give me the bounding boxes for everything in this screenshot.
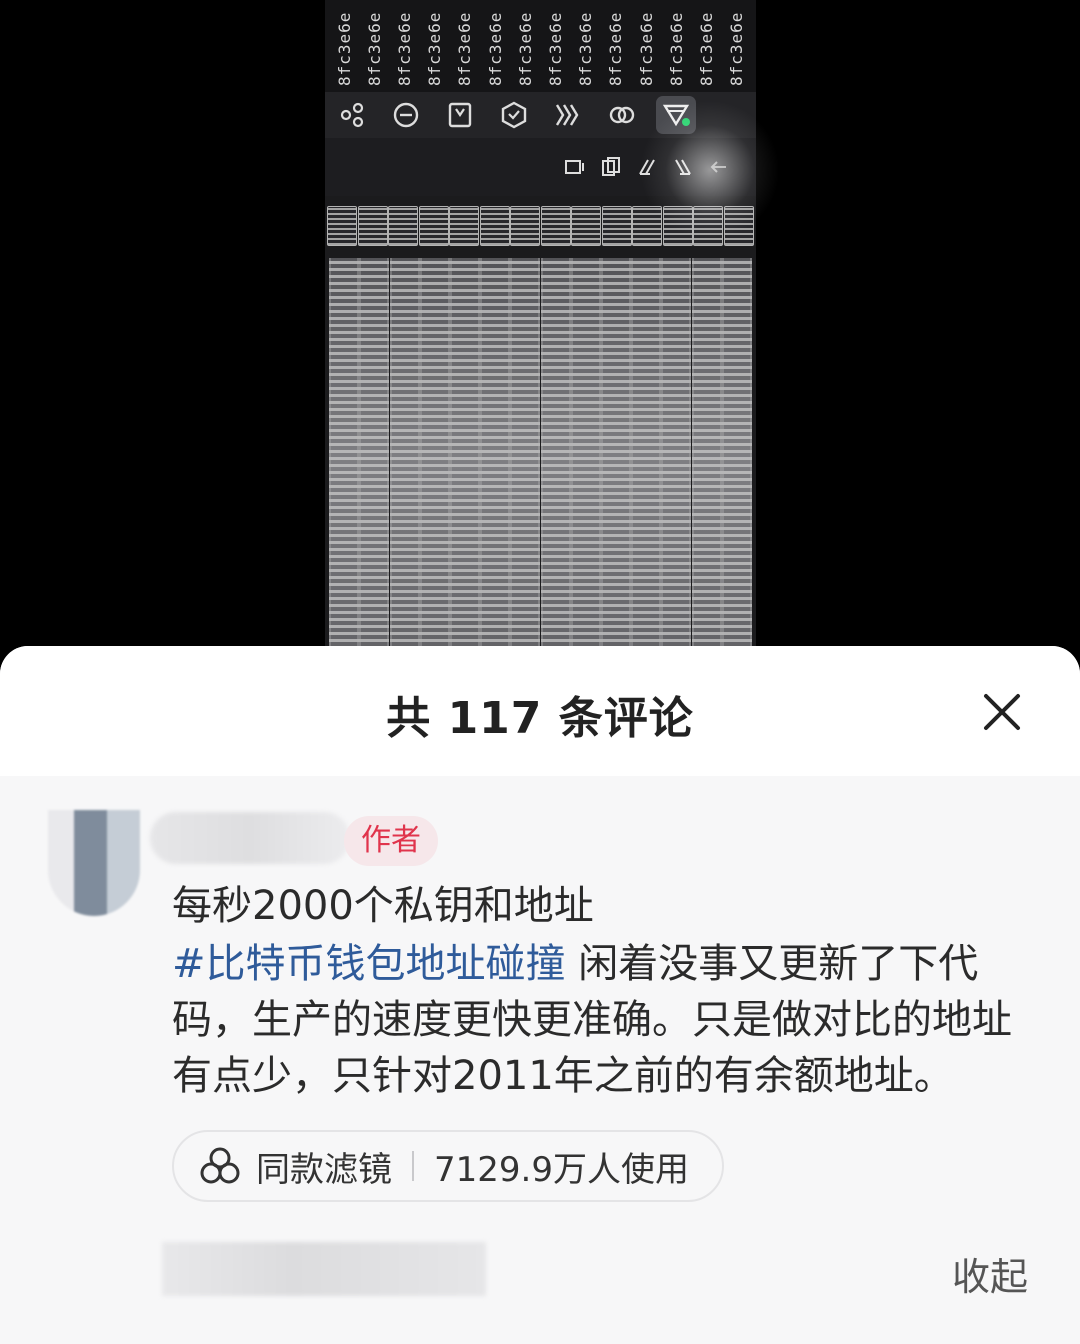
- hex-column: 8fc3e6e: [334, 11, 354, 86]
- header-cell: [601, 206, 632, 246]
- binary-column: [419, 258, 450, 660]
- binary-column: [721, 258, 752, 660]
- binary-column: [449, 258, 480, 660]
- collapse-button[interactable]: 收起: [952, 1246, 1028, 1301]
- video-frame: 8fc3e6e 8fc3e6e 8fc3e6e 8fc3e6e 8fc3e6e 8fc3e…: [325, 0, 756, 660]
- header-cell: [418, 206, 449, 246]
- hex-column: 8fc3e6e: [606, 11, 626, 86]
- hex-column: 8fc3e6e: [364, 11, 384, 86]
- hex-column: 8fc3e6e: [697, 11, 717, 86]
- filter-usage-count: 7129.9万人使用: [434, 1149, 689, 1190]
- avatar[interactable]: [48, 810, 140, 916]
- filter-circles-icon: [200, 1147, 240, 1184]
- header-cell: [479, 206, 510, 246]
- same-filter-button[interactable]: 同款滤镜 7129.9万人使用: [172, 1130, 724, 1202]
- close-icon: [984, 694, 1020, 730]
- header-cell: [571, 206, 602, 246]
- header-cell: [327, 206, 358, 246]
- share-nodes-icon: [325, 92, 379, 138]
- filter-divider: [412, 1151, 414, 1181]
- sheet-header: 共 117 条评论: [0, 646, 1080, 776]
- binary-column: [540, 258, 571, 660]
- header-cell: [693, 206, 724, 246]
- binary-grid: [325, 258, 756, 660]
- comment-text-body: #比特币钱包地址碰撞 闲着没事又更新了下代码，生产的速度更快更准确。只是做对比的…: [172, 936, 1044, 1104]
- comment-item: 作者 每秒2000个私钥和地址 #比特币钱包地址碰撞 闲着没事又更新了下代码，生…: [0, 776, 1080, 1344]
- reply-info-blurred: [162, 1242, 486, 1296]
- hex-column: 8fc3e6e: [425, 11, 445, 86]
- comments-count-title: 共 117 条评论: [386, 693, 694, 744]
- secondary-toolbar: [325, 138, 756, 196]
- hex-column: 8fc3e6e: [666, 11, 686, 86]
- header-cell: [388, 206, 419, 246]
- hashtag-link[interactable]: #比特币钱包地址碰撞: [172, 941, 566, 987]
- header-cell: [723, 206, 754, 246]
- hex-column: 8fc3e6e: [485, 11, 505, 86]
- hex-column: 8fc3e6e: [636, 11, 656, 86]
- link-icon: [595, 92, 649, 138]
- table-header-row: [325, 206, 756, 248]
- author-badge: 作者: [344, 816, 438, 866]
- header-cell: [510, 206, 541, 246]
- header-cell: [662, 206, 693, 246]
- header-cell: [449, 206, 480, 246]
- app-toolbar: [325, 92, 756, 138]
- tilt-left-icon: [634, 154, 660, 180]
- binary-column: [631, 258, 662, 660]
- username-blurred[interactable]: [150, 812, 350, 864]
- hex-column: 8fc3e6e: [576, 11, 596, 86]
- binary-column: [359, 258, 390, 660]
- binary-column: [691, 258, 722, 660]
- binary-column: [389, 258, 420, 660]
- binary-column: [480, 258, 511, 660]
- comment-text-line1: 每秒2000个私钥和地址: [172, 883, 594, 929]
- binary-column: [329, 258, 360, 660]
- filter-label: 同款滤镜: [256, 1149, 392, 1190]
- hex-column: 8fc3e6e: [395, 11, 414, 86]
- active-dot: [682, 118, 690, 126]
- shield-icon: [487, 92, 541, 138]
- header-cell: [632, 206, 663, 246]
- hex-strip: 8fc3e6e 8fc3e6e 8fc3e6e 8fc3e6e 8fc3e6e 8fc3e…: [325, 0, 756, 92]
- wave-icon: [541, 92, 595, 138]
- header-cell: [357, 206, 388, 246]
- hex-column: 8fc3e6e: [515, 11, 535, 86]
- document-icon: [433, 92, 487, 138]
- tilt-right-icon: [670, 154, 696, 180]
- binary-column: [570, 258, 601, 660]
- comment-sheet: 共 117 条评论 作者 每秒2000个私钥和地址 #比特币钱包地址碰撞 闲着没…: [0, 646, 1080, 1344]
- hex-column: 8fc3e6e: [727, 11, 747, 86]
- hex-column: 8fc3e6e: [455, 11, 475, 86]
- back-arrow-icon: [706, 154, 732, 180]
- binary-column: [600, 258, 631, 660]
- binary-column: [661, 258, 692, 660]
- filter-funnel-icon: [649, 92, 703, 138]
- hex-column: 8fc3e6e: [546, 11, 566, 86]
- header-cell: [540, 206, 571, 246]
- pause-lines-icon: [562, 154, 588, 180]
- video-player[interactable]: 8fc3e6e 8fc3e6e 8fc3e6e 8fc3e6e 8fc3e6e 8fc3e…: [0, 0, 1080, 660]
- copy-icon: [598, 154, 624, 180]
- minus-circle-icon: [379, 92, 433, 138]
- binary-column: [510, 258, 541, 660]
- close-button[interactable]: [978, 688, 1026, 736]
